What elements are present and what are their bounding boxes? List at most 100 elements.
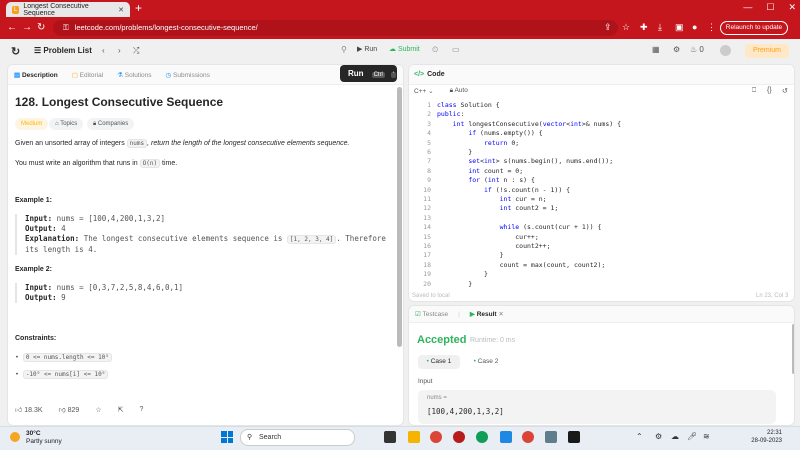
profile-avatar-icon[interactable]: ● xyxy=(692,22,697,32)
download-icon[interactable]: ⤓ xyxy=(658,22,662,33)
line-number: 20 xyxy=(423,279,431,288)
settings-gear-icon[interactable]: ⚙ xyxy=(673,45,680,54)
problem-list-button[interactable]: ☰ Problem List xyxy=(34,46,92,55)
site-info-icon[interactable]: ⚿ xyxy=(63,20,69,36)
help-icon[interactable]: ? xyxy=(139,406,143,413)
coin-counter[interactable]: ♨ 0 xyxy=(690,45,704,54)
tab-description[interactable]: ▤ Description xyxy=(14,71,58,79)
thumbs-up-icon: 👍︎ xyxy=(15,407,25,414)
clock[interactable]: 22:31 28-09-2023 xyxy=(720,429,782,445)
line-number: 2 xyxy=(427,110,431,119)
line-number: 4 xyxy=(427,129,431,138)
status-accepted: Accepted xyxy=(417,334,467,346)
premium-button[interactable]: Premium xyxy=(745,44,789,58)
new-tab-icon[interactable]: + xyxy=(135,2,142,14)
extensions-icon[interactable]: ✚ xyxy=(640,22,648,33)
prev-problem-icon[interactable]: ‹ xyxy=(102,46,105,55)
case-2-tab[interactable]: • Case 2 xyxy=(466,355,506,369)
code-line: while (s.count(cur + 1)) { xyxy=(499,223,602,232)
autocomplete-toggle[interactable]: 🔒︎ Auto xyxy=(450,87,468,95)
bookmark-icon[interactable]: ⎕ xyxy=(752,87,756,95)
layout-icon[interactable]: ▦ xyxy=(652,45,660,54)
taskbar-search[interactable]: ⚲ Search xyxy=(240,429,355,446)
tab-title: Longest Consecutive Sequence xyxy=(23,2,89,17)
wifi-icon[interactable]: ≋ xyxy=(703,432,710,441)
result-panel: ☑ Testcase | ▶ Result ✕ Accepted Runtime… xyxy=(408,305,795,426)
notes-icon[interactable]: ▭ xyxy=(452,45,460,54)
menu-dots-icon[interactable]: ⋮ xyxy=(707,22,716,33)
bookmark-star-icon[interactable]: ☆ xyxy=(622,22,630,33)
windows-start-icon[interactable] xyxy=(221,431,233,443)
companies-chip[interactable]: 🔒︎ Companies xyxy=(87,118,135,130)
forward-icon[interactable]: → xyxy=(22,22,32,33)
browser-tab[interactable]: L Longest Consecutive Sequence ✕ xyxy=(6,2,130,17)
code-editor[interactable]: 1 class Solution {2 public: 3 int longestCo… xyxy=(411,101,791,288)
word-icon[interactable] xyxy=(568,431,580,443)
line-number: 11 xyxy=(423,195,431,203)
language-select[interactable]: C++ ⌄ xyxy=(414,87,434,95)
mic-icon[interactable]: 🎤︎ xyxy=(687,432,697,441)
tab-editorial[interactable]: ▢ Editorial xyxy=(72,71,103,79)
result-scrollbar[interactable] xyxy=(792,324,794,374)
line-number: 10 xyxy=(423,185,431,194)
code-panel: </> Code C++ ⌄ 🔒︎ Auto ⎕ {} ↺ 1 class Solu… xyxy=(408,64,795,302)
reload-icon[interactable]: ↻ xyxy=(37,22,45,33)
close-tab-icon: ✕ xyxy=(498,311,504,318)
code-line: if (!s.count(n - 1)) { xyxy=(483,185,571,194)
thumbs-down-icon: 👎︎ xyxy=(58,407,68,414)
description-scrollbar[interactable] xyxy=(397,87,402,347)
store-icon[interactable] xyxy=(545,431,557,443)
like-button[interactable]: 👍︎ 18.3K xyxy=(15,405,43,414)
back-icon[interactable]: ← xyxy=(7,22,17,33)
close-tab-icon[interactable]: ✕ xyxy=(118,6,124,14)
tab-solutions[interactable]: ⚗ Solutions xyxy=(117,71,151,79)
line-number: 6 xyxy=(427,148,431,156)
dislike-button[interactable]: 👎︎ 829 xyxy=(59,405,80,414)
minimize-icon[interactable]: — xyxy=(743,2,752,13)
tray-app-icon[interactable]: ⚙ xyxy=(655,432,662,441)
chrome-profile-icon[interactable] xyxy=(522,431,534,443)
line-number: 7 xyxy=(427,157,431,166)
next-problem-icon[interactable]: › xyxy=(118,46,121,55)
file-explorer-icon[interactable] xyxy=(408,431,420,443)
timer-icon[interactable]: ⏲ xyxy=(432,45,438,55)
reset-icon[interactable]: ↺ xyxy=(782,87,788,95)
submit-button[interactable]: ☁ Submit xyxy=(389,45,420,53)
user-avatar[interactable] xyxy=(720,45,731,56)
shuffle-icon[interactable]: ⤮ xyxy=(133,46,139,56)
maximize-icon[interactable]: ☐ xyxy=(766,2,774,13)
code-line: return 0; xyxy=(483,138,520,147)
edge-icon[interactable] xyxy=(476,431,488,443)
weather-widget[interactable]: 30°C Partly sunny xyxy=(10,430,62,446)
leetcode-logo[interactable]: ↻ xyxy=(11,45,21,58)
debug-icon[interactable]: ⚲ xyxy=(341,45,347,54)
share-link-icon[interactable]: ⇱ xyxy=(118,406,124,414)
example2-title: Example 2: xyxy=(15,266,52,273)
tab-result[interactable]: ▶ Result ✕ xyxy=(470,310,504,318)
format-icon[interactable]: {} xyxy=(767,87,772,94)
result-tabs: ☑ Testcase | ▶ Result ✕ xyxy=(409,306,794,323)
url-field[interactable]: ⚿ leetcode.com/problems/longest-consecuti… xyxy=(53,20,618,36)
case-1-tab[interactable]: • Case 1 xyxy=(418,355,460,369)
code-line: int count2 = 1; xyxy=(499,204,559,213)
task-view-icon[interactable] xyxy=(384,431,396,443)
problem-title: 128. Longest Consecutive Sequence xyxy=(15,95,224,109)
line-number: 14 xyxy=(423,223,431,232)
whatsapp-icon[interactable] xyxy=(500,431,512,443)
share-icon[interactable]: ⇪ xyxy=(604,22,612,33)
sidebar-icon[interactable]: ▣ xyxy=(675,22,684,33)
submit-label: Submit xyxy=(397,46,420,53)
topics-chip[interactable]: ⌂ Topics xyxy=(49,118,84,130)
relaunch-button[interactable]: Relaunch to update xyxy=(720,21,788,35)
tray-chevron-icon[interactable]: ⌃ xyxy=(636,432,643,441)
line-number: 13 xyxy=(423,213,431,222)
close-window-icon[interactable]: ✕ xyxy=(788,2,796,13)
code-tab[interactable]: </> Code xyxy=(409,65,794,85)
app-icon[interactable] xyxy=(453,431,465,443)
tab-submissions[interactable]: ◷ Submissions xyxy=(166,71,210,79)
cloud-icon[interactable]: ☁ xyxy=(671,432,679,441)
favorite-star-icon[interactable]: ☆ xyxy=(95,406,101,414)
tab-testcase[interactable]: ☑ Testcase xyxy=(415,310,448,318)
chrome-icon[interactable] xyxy=(430,431,442,443)
run-button[interactable]: ▶ Run xyxy=(357,45,377,53)
